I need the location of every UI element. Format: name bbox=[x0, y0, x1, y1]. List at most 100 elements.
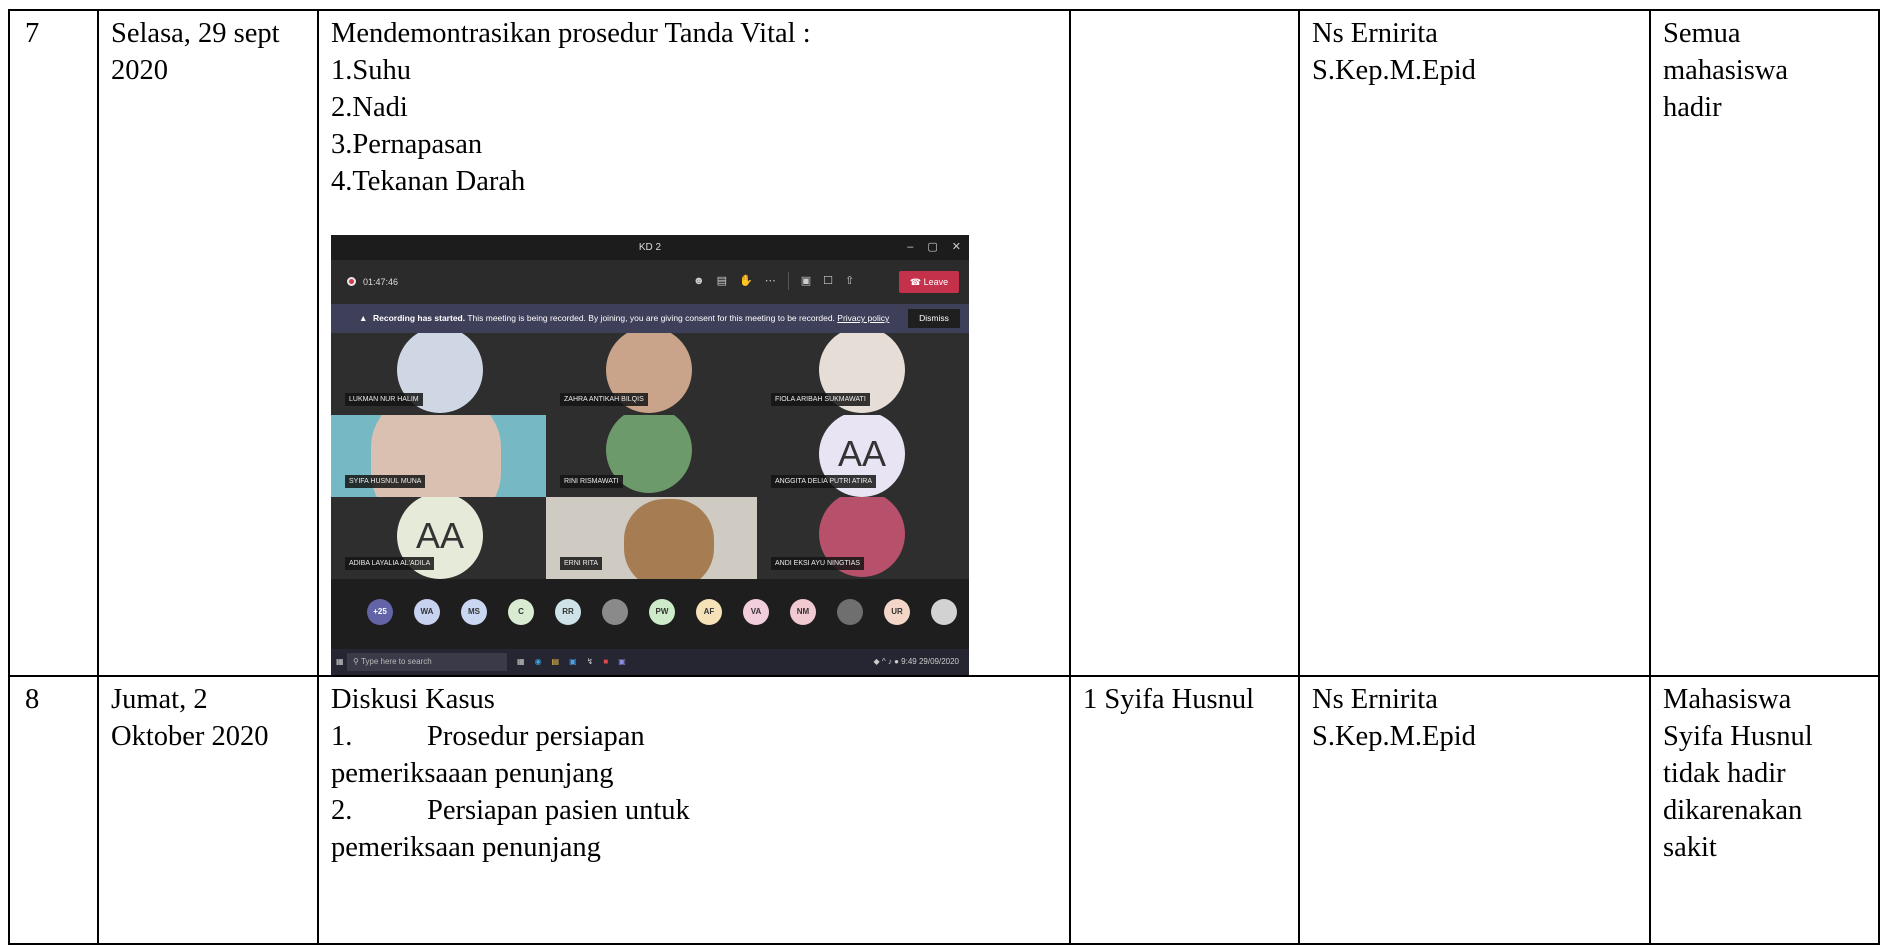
lecturer-line: S.Kep.M.Epid bbox=[1312, 55, 1476, 86]
table-row: 8 Jumat, 2 Oktober 2020 Diskusi Kasus 1.… bbox=[8, 675, 1880, 945]
teams-icon: ▣ bbox=[618, 657, 626, 666]
participants-icon: ☻ bbox=[693, 275, 705, 287]
tray-date: 29/09/2020 bbox=[918, 657, 959, 666]
roster-photo bbox=[931, 599, 957, 625]
participant-name: ANDI EKSI AYU NINGTIAS bbox=[771, 557, 865, 570]
absent-cell bbox=[1069, 9, 1300, 677]
activity-log-table: 7 Selasa, 29 sept 2020 Mendemontrasikan … bbox=[8, 9, 1880, 945]
banner-bold: Recording has started. bbox=[373, 313, 466, 323]
tray-icons: ◆ ^ ♪ ● bbox=[873, 657, 899, 666]
lecturer-cell: Ns Ernirita S.Kep.M.Epid bbox=[1298, 9, 1651, 677]
camera-off-icon: ▣ bbox=[800, 275, 812, 287]
raise-hand-icon: ✋ bbox=[738, 275, 753, 287]
roster-chip: VA bbox=[743, 599, 769, 625]
meeting-screenshot: KD 2 – ▢ ✕ 01:47:46 ☻ ▤ ✋ ⋯ ▣ ☐ ⇧ ☎ Leav… bbox=[331, 235, 969, 674]
participant-name: LUKMAN NUR HALIM bbox=[345, 393, 423, 406]
remark-line: mahasiswa bbox=[1663, 55, 1789, 86]
toolbar-divider bbox=[787, 272, 789, 290]
participant-tile: ERNI RITA bbox=[546, 497, 757, 579]
recording-icon bbox=[347, 277, 356, 286]
remark-line: hadir bbox=[1663, 92, 1722, 123]
activity-line: pemeriksaaan penunjang bbox=[331, 755, 1057, 792]
roster-chip: C bbox=[508, 599, 534, 625]
activity-line: 2. Persiapan pasien untuk bbox=[331, 792, 1057, 829]
participant-tile: AA ANGGITA DELIA PUTRI ATIRA bbox=[757, 415, 969, 497]
lecturer-line: Ns Ernirita bbox=[1312, 18, 1438, 49]
participant-name: ADIBA LAYALIA AL'ADILA bbox=[345, 557, 435, 570]
system-tray: ◆ ^ ♪ ● 9:49 29/09/2020 bbox=[873, 649, 960, 674]
app-icon: ■ bbox=[603, 657, 609, 666]
meeting-timer: 01:47:46 bbox=[363, 277, 399, 287]
app-icon: ↯ bbox=[586, 657, 594, 666]
roster-chip: UR bbox=[884, 599, 910, 625]
roster-chip: WA bbox=[414, 599, 440, 625]
taskbar-search: ⚲ Type here to search bbox=[347, 653, 507, 671]
leave-label: Leave bbox=[923, 277, 949, 287]
task-view-icon: ▦ bbox=[517, 657, 525, 666]
folder-icon: ▤ bbox=[551, 657, 560, 666]
tray-time: 9:49 bbox=[901, 657, 917, 666]
remark-line: tidak hadir bbox=[1663, 758, 1786, 789]
remark-cell: Mahasiswa Syifa Husnul tidak hadir dikar… bbox=[1649, 675, 1880, 945]
maximize-icon: ▢ bbox=[927, 241, 938, 253]
activity-line: pemeriksaan penunjang bbox=[331, 829, 1057, 866]
activity-line: 1. Prosedur persiapan bbox=[331, 718, 1057, 755]
chat-icon: ▤ bbox=[716, 275, 727, 287]
windows-start-icon: ▦ bbox=[336, 657, 344, 666]
activity-line: 3.Pernapasan bbox=[331, 129, 483, 160]
meeting-window-title: KD 2 bbox=[638, 242, 662, 253]
share-screen-icon: ⇧ bbox=[844, 275, 855, 287]
privacy-policy-link: Privacy policy bbox=[837, 313, 890, 323]
participant-name: ZAHRA ANTIKAH BILQIS bbox=[560, 393, 648, 406]
lecturer-cell: Ns Ernirita S.Kep.M.Epid bbox=[1298, 675, 1651, 945]
remark-line: Mahasiswa bbox=[1663, 684, 1792, 715]
participant-avatar bbox=[624, 499, 714, 579]
windows-taskbar: ▦ ⚲ Type here to search ▦ ◉ ▤ ▣ ↯ ■ ▣ ◆ … bbox=[331, 649, 969, 674]
meeting-toolbar: 01:47:46 ☻ ▤ ✋ ⋯ ▣ ☐ ⇧ ☎ Leave bbox=[331, 260, 969, 304]
participant-tile: FIOLA ARIBAH SUKMAWATI bbox=[757, 333, 969, 415]
taskbar-search-text: Type here to search bbox=[360, 657, 432, 666]
participant-tile: ZAHRA ANTIKAH BILQIS bbox=[546, 333, 757, 415]
dismiss-button: Dismiss bbox=[908, 309, 960, 328]
warning-icon: ▲ bbox=[359, 313, 368, 323]
participant-tile: ANDI EKSI AYU NINGTIAS bbox=[757, 497, 969, 579]
participant-tile: RINI RISMAWATI bbox=[546, 415, 757, 497]
participant-name: ERNI RITA bbox=[560, 557, 603, 570]
participant-tile: SYIFA HUSNUL MUNA bbox=[331, 415, 546, 497]
store-icon: ▣ bbox=[569, 657, 577, 666]
remark-line: Semua bbox=[1663, 18, 1741, 49]
participant-tile: AA ADIBA LAYALIA AL'ADILA bbox=[331, 497, 546, 579]
lecturer-line: S.Kep.M.Epid bbox=[1312, 721, 1476, 752]
list-number: 2. bbox=[331, 795, 353, 826]
roster-chip: RR bbox=[555, 599, 581, 625]
participant-name: FIOLA ARIBAH SUKMAWATI bbox=[771, 393, 870, 406]
meeting-titlebar: KD 2 – ▢ ✕ bbox=[331, 235, 969, 260]
banner-text: This meeting is being recorded. By joini… bbox=[467, 313, 835, 323]
absent-cell: 1 Syifa Husnul bbox=[1069, 675, 1300, 945]
participant-name: ANGGITA DELIA PUTRI ATIRA bbox=[771, 475, 876, 488]
activity-line: 4.Tekanan Darah bbox=[331, 166, 526, 197]
roster-chip: +25 bbox=[367, 599, 393, 625]
date-cell: Selasa, 29 sept 2020 bbox=[97, 9, 319, 677]
activity-line: Diskusi Kasus bbox=[331, 681, 1057, 718]
roster-chip: PW bbox=[649, 599, 675, 625]
date-cell: Jumat, 2 Oktober 2020 bbox=[97, 675, 319, 945]
minimize-icon: – bbox=[907, 241, 914, 253]
video-grid: LUKMAN NUR HALIM ZAHRA ANTIKAH BILQIS FI… bbox=[331, 333, 969, 579]
remark-line: Syifa Husnul bbox=[1663, 721, 1813, 752]
row-number: 7 bbox=[8, 9, 99, 677]
roster-chip: AF bbox=[696, 599, 722, 625]
participant-roster: +25 WA MS C RR PW AF VA NM UR bbox=[331, 579, 969, 649]
recording-banner: ▲ Recording has started. This meeting is… bbox=[331, 304, 969, 333]
activity-line: Mendemontrasikan prosedur Tanda Vital : bbox=[331, 18, 811, 49]
remark-line: dikarenakan bbox=[1663, 795, 1803, 826]
search-icon: ⚲ bbox=[353, 657, 359, 666]
roster-photo bbox=[602, 599, 628, 625]
roster-photo bbox=[837, 599, 863, 625]
list-text: Persiapan pasien untuk bbox=[427, 795, 690, 826]
more-icon: ⋯ bbox=[764, 275, 776, 287]
remark-line: sakit bbox=[1663, 832, 1717, 863]
phone-icon: ☎ bbox=[909, 277, 922, 287]
table-row: 7 Selasa, 29 sept 2020 Mendemontrasikan … bbox=[8, 9, 1880, 677]
list-text: Diskusi Kasus bbox=[331, 684, 495, 715]
